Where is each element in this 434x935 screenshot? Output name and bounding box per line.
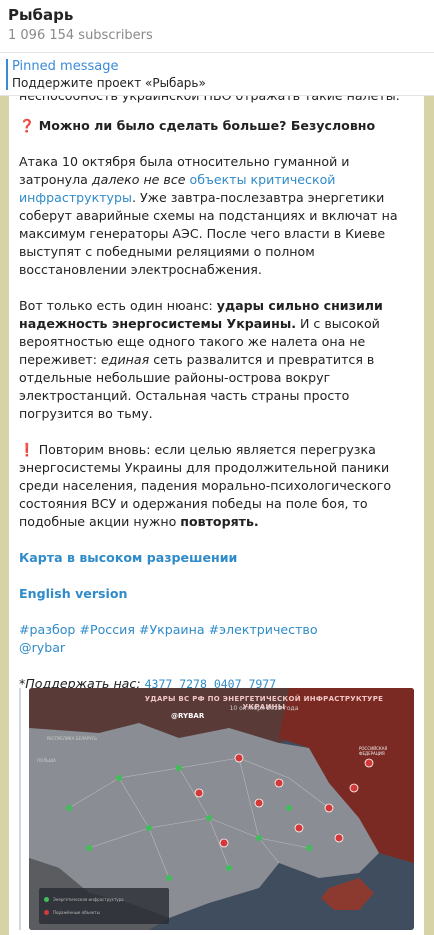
hashtags[interactable]: #разбор #Россия #Украина #электричество: [19, 622, 318, 637]
english-link-row: English version: [19, 585, 415, 603]
map-image[interactable]: УДАРЫ ВС РФ ПО ЭНЕРГЕТИЧЕСКОЙ ИНФРАСТРУК…: [29, 688, 414, 930]
channel-title: Рыбарь: [8, 6, 74, 24]
subscriber-count: 1 096 154 subscribers: [8, 28, 153, 43]
label-russia: РОССИЙСКАЯ ФЕДЕРАЦИЯ: [359, 746, 388, 756]
paragraph-1: Атака 10 октября была относительно гуман…: [19, 153, 415, 279]
map-legend: Энергетическая инфраструктура Поражённые…: [39, 888, 169, 924]
pinned-accent-bar: [6, 59, 8, 90]
legend-hit-icon: [44, 910, 49, 915]
p3-bold: повторять.: [180, 514, 259, 529]
legend-item-2: Поражённые объекты: [53, 910, 100, 915]
map-brand: @RYBAR: [171, 712, 205, 720]
map-preview[interactable]: УДАРЫ ВС РФ ПО ЭНЕРГЕТИЧЕСКОЙ ИНФРАСТРУК…: [19, 688, 423, 930]
message-text: неспособность украинской ПВО отражать та…: [19, 96, 415, 711]
pinned-label: Pinned message: [12, 59, 119, 74]
tags-block: #разбор #Россия #Украина #электричество @…: [19, 621, 415, 657]
pinned-text: Поддержите проект «Рыбарь»: [12, 76, 206, 90]
english-version-link[interactable]: English version: [19, 586, 127, 601]
p2-text-a: Вот только есть один нюанс:: [19, 298, 217, 313]
message-bubble: неспособность украинской ПВО отражать та…: [9, 96, 424, 935]
cut-line: неспособность украинской ПВО отражать та…: [19, 96, 400, 105]
p2-italic: единая: [101, 352, 150, 367]
map-link-row: Карта в высоком разрешении: [19, 549, 415, 567]
label-poland: ПОЛЬША: [37, 758, 56, 763]
paragraph-3: ❗️ Повторим вновь: если целью является п…: [19, 441, 415, 531]
question-text: Можно ли было сделать больше? Безусловно: [38, 118, 376, 133]
message-cut-top: неспособность украинской ПВО отражать та…: [19, 96, 415, 105]
question-emoji: ❓: [19, 118, 35, 133]
p1-italic: далеко не все: [91, 172, 186, 187]
label-belarus: РЕСПУБЛИКА БЕЛАРУСЬ: [47, 736, 98, 741]
channel-header[interactable]: Рыбарь 1 096 154 subscribers: [0, 0, 434, 53]
legend-station-icon: [44, 897, 49, 902]
legend-item-1: Энергетическая инфраструктура: [53, 897, 124, 902]
pinned-message-bar[interactable]: Pinned message Поддержите проект «Рыбарь…: [0, 53, 434, 96]
question-heading: ❓ Можно ли было сделать больше? Безуслов…: [19, 117, 415, 135]
map-link[interactable]: Карта в высоком разрешении: [19, 550, 237, 565]
mention-link[interactable]: @rybar: [19, 640, 65, 655]
paragraph-2: Вот только есть один нюанс: удары сильно…: [19, 297, 415, 423]
exclamation-emoji: ❗️: [19, 442, 35, 457]
map-date: 10 октября 2022 года: [229, 705, 299, 712]
